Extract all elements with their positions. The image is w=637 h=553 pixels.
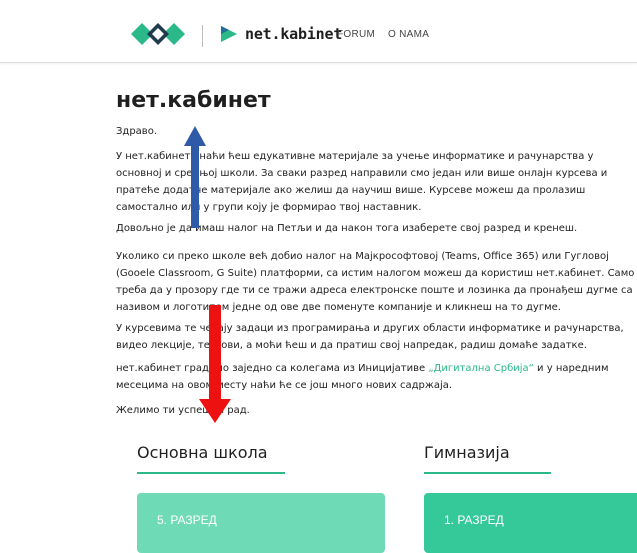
site-header: net.kabinet FORUM O NAMA: [0, 0, 637, 63]
grade-card-label: 5. РАЗРЕД: [157, 513, 217, 527]
grade-card-gym-1[interactable]: 1. РАЗРЕД: [424, 493, 637, 553]
net-kabinet-logo-icon[interactable]: [131, 22, 185, 46]
play-triangle-icon: [221, 26, 237, 42]
accounts-paragraph: Уколико си преко школе већ добио налог н…: [116, 251, 635, 313]
arrow-up-icon: [184, 126, 206, 228]
section-underline: [424, 472, 551, 474]
main-content: нет.кабинет Здраво. У нет.кабинету наћи …: [116, 88, 637, 416]
section-title-gymnasium: Гимназија: [424, 443, 510, 462]
arrow-down-icon: [199, 305, 231, 423]
section-underline: [137, 472, 285, 474]
greeting-text: Здраво.: [116, 126, 157, 137]
nav-link-about[interactable]: O NAMA: [388, 29, 429, 40]
digital-serbia-link[interactable]: „Дигитална Србија“: [428, 363, 534, 374]
page-title: нет.кабинет: [116, 88, 271, 113]
closing-text: Желимо ти успешан рад.: [116, 405, 250, 416]
brand-name: net.kabinet: [245, 25, 343, 43]
initiative-paragraph: нет.кабинет градимо заједно са колегама …: [116, 363, 609, 391]
grade-card-label: 1. РАЗРЕД: [444, 513, 504, 527]
nav-link-forum[interactable]: FORUM: [337, 29, 375, 40]
section-title-primary-school: Основна школа: [137, 443, 268, 462]
brand-link[interactable]: net.kabinet: [219, 22, 342, 46]
courses-paragraph: У курсевима те чекају задаци из програми…: [116, 323, 624, 351]
grade-card-5[interactable]: 5. РАЗРЕД: [137, 493, 385, 553]
header-divider: [202, 25, 203, 47]
